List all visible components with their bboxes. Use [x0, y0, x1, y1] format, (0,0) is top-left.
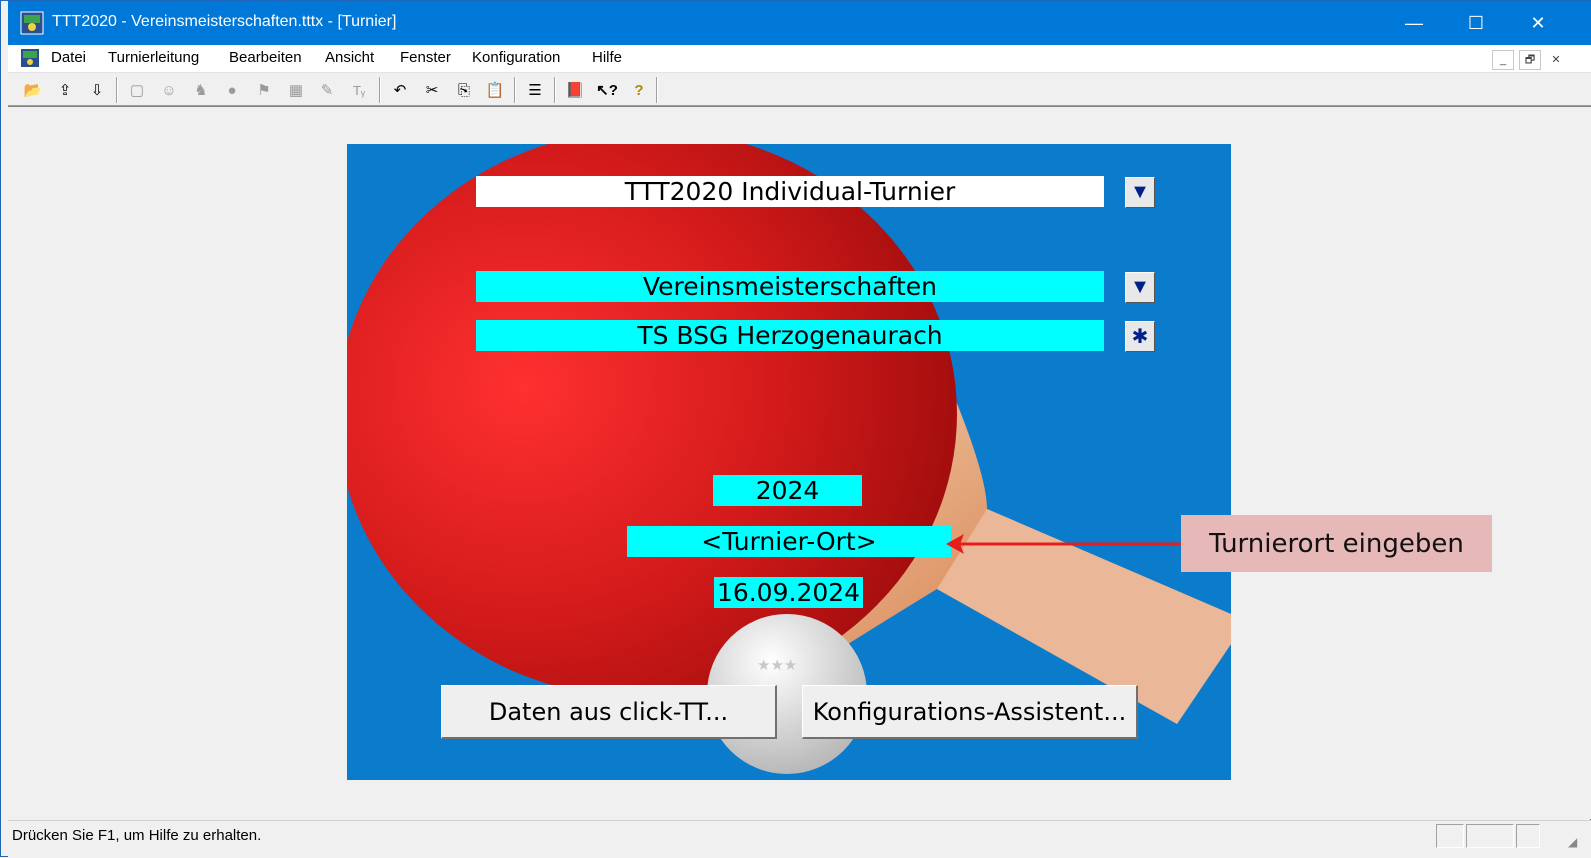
- tournament-panel: TTT2020 Individual-Turnier ▼ Vereinsmeis…: [347, 144, 1231, 780]
- app-icon[interactable]: [20, 11, 44, 35]
- undo-icon[interactable]: ↶: [389, 79, 411, 101]
- toolbar: 📂 ⇪ ⇩ ▢ ☺ ♞ ● ⚑ ▦ ✎ Tᵧ ↶ ✂ ⎘ 📋 ☰ 📕 ↖? ?: [8, 73, 1591, 106]
- toolbar-separator: [514, 77, 516, 103]
- chevron-down-icon: ▼: [1130, 181, 1150, 203]
- clicktt-import-button[interactable]: Daten aus click-TT...: [441, 685, 777, 739]
- status-pane: [1516, 824, 1540, 848]
- paste-icon[interactable]: 📋: [484, 79, 506, 101]
- copy-icon[interactable]: ⎘: [453, 79, 475, 101]
- year-field[interactable]: 2024: [713, 475, 862, 506]
- menu-konfiguration[interactable]: Konfiguration: [472, 49, 560, 66]
- menu-ansicht[interactable]: Ansicht: [325, 49, 374, 66]
- open-icon[interactable]: 📂: [22, 79, 44, 101]
- club-field[interactable]: TS BSG Herzogenaurach: [476, 320, 1104, 351]
- annotation-arrow: [946, 534, 1181, 554]
- resize-grip-icon[interactable]: ◢: [1568, 835, 1577, 849]
- mdi-doc-icon[interactable]: [20, 48, 40, 68]
- location-field[interactable]: <Turnier-Ort>: [627, 526, 951, 557]
- cut-icon[interactable]: ✂: [421, 79, 443, 101]
- book-icon[interactable]: 📕: [564, 79, 586, 101]
- mdi-restore-button[interactable]: 🗗: [1519, 50, 1541, 70]
- tournament-name-field[interactable]: Vereinsmeisterschaften: [476, 271, 1104, 302]
- annotation-callout: Turnierort eingeben: [1181, 515, 1492, 572]
- menu-datei[interactable]: Datei: [51, 49, 86, 66]
- title-bar[interactable]: TTT2020 - Vereinsmeisterschaften.tttx - …: [8, 1, 1591, 45]
- tournament-name-dropdown-button[interactable]: ▼: [1125, 272, 1155, 303]
- toolbar-separator: [116, 77, 118, 103]
- asterisk-icon: ✱: [1131, 326, 1149, 348]
- menu-bearbeiten[interactable]: Bearbeiten: [229, 49, 302, 66]
- menu-turnierleitung[interactable]: Turnierleitung: [108, 49, 199, 66]
- draw-icon[interactable]: ♞: [190, 79, 212, 101]
- club-select-button[interactable]: ✱: [1125, 321, 1155, 352]
- text-format-icon[interactable]: Tᵧ: [348, 79, 370, 101]
- close-button[interactable]: ✕: [1507, 1, 1569, 45]
- tournament-type-dropdown-button[interactable]: ▼: [1125, 177, 1155, 208]
- ball-icon[interactable]: ●: [221, 79, 243, 101]
- menu-fenster[interactable]: Fenster: [400, 49, 451, 66]
- status-bar: Drücken Sie F1, um Hilfe zu erhalten. ◢: [8, 820, 1591, 858]
- tournament-type-field[interactable]: TTT2020 Individual-Turnier: [476, 176, 1104, 207]
- toolbar-separator: [656, 77, 658, 103]
- menu-hilfe[interactable]: Hilfe: [592, 49, 622, 66]
- list-icon[interactable]: ☰: [524, 79, 546, 101]
- results-icon[interactable]: ✎: [316, 79, 338, 101]
- minimize-button[interactable]: —: [1383, 1, 1445, 45]
- menu-bar: Datei Turnierleitung Bearbeiten Ansicht …: [8, 45, 1591, 73]
- mdi-close-button[interactable]: ✕: [1546, 50, 1566, 68]
- import-icon[interactable]: ⇪: [54, 79, 76, 101]
- config-wizard-button[interactable]: Konfigurations-Assistent...: [802, 685, 1138, 739]
- context-help-icon[interactable]: ↖?: [596, 79, 618, 101]
- export-icon[interactable]: ⇩: [86, 79, 108, 101]
- players-icon[interactable]: ☺: [158, 79, 180, 101]
- date-field[interactable]: 16.09.2024: [714, 577, 863, 608]
- toolbar-separator: [379, 77, 381, 103]
- window-title: TTT2020 - Vereinsmeisterschaften.tttx - …: [52, 13, 397, 30]
- chevron-down-icon: ▼: [1130, 276, 1150, 298]
- match-icon[interactable]: ⚑: [253, 79, 275, 101]
- window-icon[interactable]: ▢: [126, 79, 148, 101]
- plan-icon[interactable]: ▦: [285, 79, 307, 101]
- help-icon[interactable]: ?: [628, 79, 650, 101]
- status-pane: [1436, 824, 1464, 848]
- ball-stars: ★★★: [757, 657, 798, 674]
- status-text: Drücken Sie F1, um Hilfe zu erhalten.: [12, 827, 262, 844]
- toolbar-separator: [554, 77, 556, 103]
- status-pane: [1466, 824, 1514, 848]
- maximize-button[interactable]: ☐: [1445, 1, 1507, 45]
- mdi-minimize-button[interactable]: _: [1492, 50, 1514, 70]
